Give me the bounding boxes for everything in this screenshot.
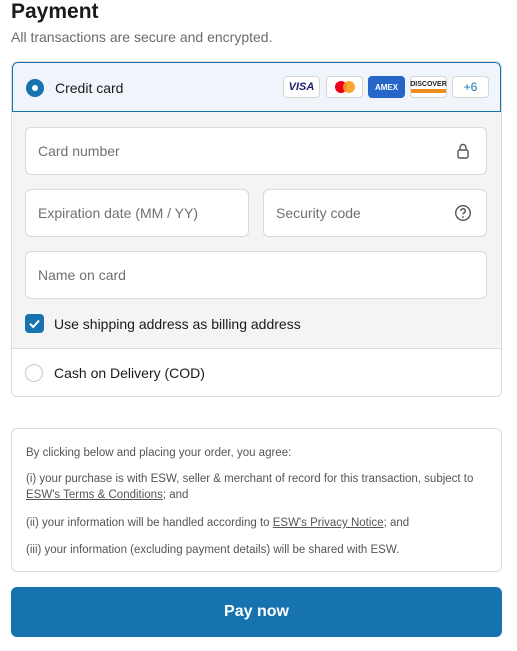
terms-item-2: (ii) your information will be handled ac…	[26, 517, 410, 529]
terms-intro: By clicking below and placing your order…	[26, 447, 292, 459]
help-circle-icon[interactable]	[454, 204, 472, 222]
amex-icon: AMEX	[368, 76, 405, 98]
discover-icon: DISCOVER	[410, 76, 447, 98]
terms-item-1: (i) your purchase is with ESW, seller & …	[26, 473, 474, 501]
discover-text: DISCOVER	[410, 81, 447, 88]
security-code-placeholder: Security code	[276, 205, 361, 221]
billing-address-checkbox[interactable]	[25, 314, 44, 333]
cod-label[interactable]: Cash on Delivery (COD)	[54, 365, 205, 381]
credit-card-label: Credit card	[55, 80, 124, 96]
amex-text: AMEX	[374, 82, 399, 92]
credit-card-radio[interactable]	[26, 79, 44, 97]
card-number-field[interactable]: Card number	[25, 127, 487, 175]
expiration-placeholder: Expiration date (MM / YY)	[38, 205, 199, 221]
billing-address-label[interactable]: Use shipping address as billing address	[54, 316, 301, 332]
page-subtitle: All transactions are secure and encrypte…	[11, 29, 273, 45]
lock-icon	[457, 143, 469, 159]
page-title: Payment	[11, 0, 99, 23]
visa-text: VISA	[288, 81, 315, 93]
name-on-card-field[interactable]: Name on card	[25, 251, 487, 299]
terms-notice: By clicking below and placing your order…	[11, 428, 502, 572]
name-on-card-placeholder: Name on card	[38, 267, 126, 283]
pay-now-button[interactable]: Pay now	[11, 587, 502, 637]
visa-icon: VISA	[283, 76, 320, 98]
credit-card-option[interactable]: Credit card VISA AMEX DISCOVER +6	[12, 62, 501, 112]
credit-card-form: Card number Expiration date (MM / YY) Se…	[12, 112, 501, 349]
payment-methods: Credit card VISA AMEX DISCOVER +6 Card n…	[11, 61, 502, 397]
cod-radio[interactable]	[25, 364, 43, 382]
card-number-placeholder: Card number	[38, 143, 120, 159]
more-brands-badge: +6	[452, 76, 489, 98]
checkmark-icon	[29, 319, 40, 329]
privacy-notice-link[interactable]: ESW's Privacy Notice	[273, 517, 384, 529]
terms-conditions-link[interactable]: ESW's Terms & Conditions	[26, 489, 163, 501]
expiration-date-field[interactable]: Expiration date (MM / YY)	[25, 189, 249, 237]
terms-item-3: (iii) your information (excluding paymen…	[26, 544, 400, 556]
security-code-field[interactable]: Security code	[263, 189, 487, 237]
more-brands-text: +6	[463, 80, 478, 94]
mastercard-icon	[326, 76, 363, 98]
